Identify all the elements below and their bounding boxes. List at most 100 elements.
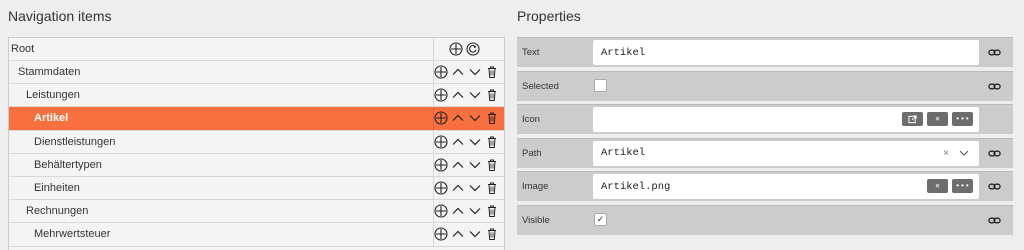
chevron-down-icon[interactable] bbox=[468, 181, 482, 195]
chevron-up-icon[interactable] bbox=[451, 65, 465, 79]
chevron-down-icon[interactable] bbox=[468, 135, 482, 149]
path-value: Artikel bbox=[601, 147, 646, 159]
chevron-up-icon[interactable] bbox=[451, 181, 465, 195]
image-value: Artikel.png bbox=[601, 180, 671, 193]
prop-label-visible: Visible bbox=[522, 214, 550, 226]
add-icon[interactable] bbox=[434, 158, 448, 172]
chevron-down-icon[interactable] bbox=[468, 158, 482, 172]
path-select[interactable]: Artikel × bbox=[593, 140, 979, 166]
add-icon[interactable] bbox=[434, 227, 448, 241]
add-icon[interactable] bbox=[434, 65, 448, 79]
icon-field-buttons: ✕ ••• bbox=[898, 112, 973, 126]
row-actions bbox=[433, 107, 504, 130]
path-controls: × bbox=[943, 141, 971, 166]
clear-button[interactable]: ✕ bbox=[927, 179, 948, 193]
link-icon[interactable] bbox=[988, 206, 1001, 235]
navigation-tree: Root Stammdaten Leistungen Artikel Diens… bbox=[8, 37, 505, 250]
add-icon[interactable] bbox=[434, 181, 448, 195]
trash-icon[interactable] bbox=[485, 181, 499, 195]
link-icon[interactable] bbox=[988, 139, 1001, 168]
row-actions bbox=[433, 176, 504, 200]
chevron-up-icon[interactable] bbox=[451, 158, 465, 172]
row-actions bbox=[433, 153, 504, 176]
image-field-buttons: ✕ ••• bbox=[923, 179, 973, 193]
trash-icon[interactable] bbox=[485, 227, 499, 241]
prop-row-text: Text Artikel bbox=[517, 37, 1013, 67]
chevron-up-icon[interactable] bbox=[451, 227, 465, 241]
chevron-up-icon[interactable] bbox=[451, 111, 465, 125]
tree-item-label: Stammdaten bbox=[18, 66, 81, 79]
icon-field[interactable]: ✕ ••• bbox=[593, 107, 979, 132]
trash-icon[interactable] bbox=[485, 158, 499, 172]
chevron-down-icon[interactable] bbox=[468, 88, 482, 102]
tree-row[interactable]: Rechnungen bbox=[9, 200, 504, 224]
image-field[interactable]: Artikel.png ✕ ••• bbox=[593, 174, 979, 199]
add-icon[interactable] bbox=[434, 111, 448, 126]
chevron-down-icon[interactable] bbox=[468, 111, 482, 125]
open-external-button[interactable] bbox=[902, 112, 923, 126]
chevron-down-icon[interactable] bbox=[468, 227, 482, 241]
add-icon[interactable] bbox=[434, 204, 448, 218]
tree-item-label: Root bbox=[11, 43, 35, 55]
chevron-down-icon[interactable] bbox=[468, 204, 482, 218]
trash-icon[interactable] bbox=[485, 65, 499, 79]
tree-item-label: Mehrwertsteuer bbox=[34, 228, 111, 241]
prop-row-icon: Icon ✕ ••• bbox=[517, 104, 1013, 134]
trash-icon[interactable] bbox=[485, 135, 499, 149]
row-actions bbox=[433, 130, 504, 153]
prop-row-image: Image Artikel.png ✕ ••• bbox=[517, 171, 1013, 201]
tree-item-label: Einheiten bbox=[34, 182, 80, 195]
prop-label-text: Text bbox=[522, 47, 540, 58]
visible-checkbox[interactable]: ✓ bbox=[594, 212, 607, 226]
prop-label-selected: Selected bbox=[522, 80, 559, 92]
tree-row-root[interactable]: Root bbox=[9, 38, 504, 61]
prop-label-path: Path bbox=[522, 147, 542, 159]
row-actions bbox=[433, 84, 504, 107]
trash-icon[interactable] bbox=[485, 204, 499, 218]
link-icon[interactable] bbox=[988, 38, 1001, 67]
text-field[interactable]: Artikel bbox=[593, 40, 979, 65]
add-icon[interactable] bbox=[449, 42, 463, 56]
tree-row[interactable]: Leistungen bbox=[9, 84, 504, 108]
row-actions bbox=[433, 223, 504, 246]
chevron-down-icon[interactable] bbox=[957, 146, 971, 160]
link-icon[interactable] bbox=[988, 72, 1001, 101]
trash-icon[interactable] bbox=[485, 111, 499, 125]
tree-item-label: Dienstleistungen bbox=[34, 135, 116, 148]
tree-row[interactable]: Einheiten bbox=[9, 176, 504, 201]
prop-row-selected: Selected bbox=[517, 70, 1013, 101]
tree-row[interactable]: Stammdaten bbox=[9, 61, 504, 85]
tree-item-label: Rechnungen bbox=[26, 205, 89, 218]
link-icon[interactable] bbox=[988, 172, 1001, 201]
row-actions bbox=[433, 200, 504, 223]
tree-item-label: Artikel bbox=[34, 112, 69, 125]
prop-row-path: Path Artikel × bbox=[517, 137, 1013, 168]
add-icon[interactable] bbox=[434, 135, 448, 149]
properties-heading: Properties bbox=[517, 8, 581, 24]
chevron-down-icon[interactable] bbox=[468, 65, 482, 79]
prop-label-image: Image bbox=[522, 181, 549, 192]
more-button[interactable]: ••• bbox=[952, 112, 973, 126]
prop-row-visible: Visible ✓ bbox=[517, 204, 1013, 235]
chevron-up-icon[interactable] bbox=[451, 135, 465, 149]
trash-icon[interactable] bbox=[485, 88, 499, 102]
tree-row-selected[interactable]: Artikel bbox=[9, 107, 504, 131]
row-actions bbox=[433, 38, 504, 60]
refresh-icon[interactable] bbox=[466, 42, 480, 56]
tree-item-label: Leistungen bbox=[26, 89, 80, 102]
chevron-up-icon[interactable] bbox=[451, 204, 465, 218]
nav-heading: Navigation items bbox=[8, 8, 112, 24]
prop-label-icon: Icon bbox=[522, 114, 540, 125]
tree-row[interactable]: Mehrwertsteuer bbox=[9, 223, 504, 247]
row-actions bbox=[433, 61, 504, 84]
more-button[interactable]: ••• bbox=[952, 179, 973, 193]
clear-button[interactable]: ✕ bbox=[927, 112, 948, 126]
tree-row[interactable]: Behältertypen bbox=[9, 153, 504, 177]
path-clear-icon[interactable]: × bbox=[943, 148, 949, 159]
selected-checkbox[interactable] bbox=[594, 78, 607, 92]
add-icon[interactable] bbox=[434, 88, 448, 102]
tree-item-label: Behältertypen bbox=[34, 158, 102, 171]
tree-row[interactable]: Dienstleistungen bbox=[9, 130, 504, 154]
properties-panel: Text Artikel Selected Icon ✕ ••• Path Ar… bbox=[517, 37, 1013, 238]
chevron-up-icon[interactable] bbox=[451, 88, 465, 102]
